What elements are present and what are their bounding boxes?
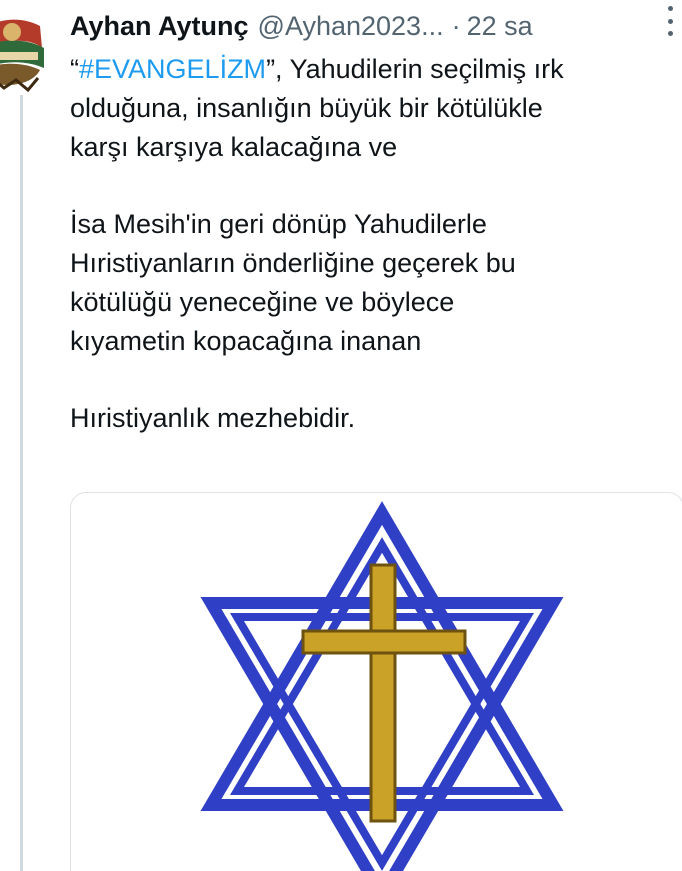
more-options-icon[interactable]	[666, 6, 674, 36]
tweet-line: “#EVANGELİZM”, Yahudilerin seçilmiş ırk	[70, 50, 670, 89]
tweet-header: Ayhan Aytunç @Ayhan2023... · 22 sa	[70, 6, 678, 46]
time-separator: ·	[451, 11, 461, 41]
tweet-time[interactable]: 22 sa	[467, 6, 533, 46]
media-card[interactable]	[70, 492, 682, 871]
avatar-logo-icon	[0, 19, 44, 92]
tweet-line: kötülüğü yeneceğine ve böylece	[70, 287, 455, 317]
thread-line	[20, 95, 23, 871]
author-handle[interactable]: @Ayhan2023...	[258, 6, 444, 46]
quote-open: “	[70, 54, 79, 84]
star-of-david-with-cross-image	[200, 501, 564, 871]
tweet-line: Hıristiyanlık mezhebidir.	[70, 403, 356, 433]
tweet-line-text: ”, Yahudilerin seçilmiş ırk	[266, 54, 564, 84]
author-name[interactable]: Ayhan Aytunç	[70, 6, 249, 46]
tweet-line: karşı karşıya kalacağına ve	[70, 132, 398, 162]
tweet-screen: Ayhan Aytunç @Ayhan2023... · 22 sa “#EVA…	[0, 0, 682, 871]
tweet-line: kıyametin kopacağına inanan	[70, 326, 422, 356]
tweet-text: “#EVANGELİZM”, Yahudilerin seçilmiş ırk …	[70, 50, 670, 438]
tweet-line: Hıristiyanların önderliğine geçerek bu	[70, 248, 516, 278]
hashtag-link[interactable]: #EVANGELİZM	[79, 54, 266, 84]
tweet-line: olduğuna, insanlığın büyük bir kötülükle	[70, 93, 543, 123]
tweet-line: İsa Mesih'in geri dönüp Yahudilerle	[70, 209, 487, 239]
avatar[interactable]	[0, 8, 44, 92]
